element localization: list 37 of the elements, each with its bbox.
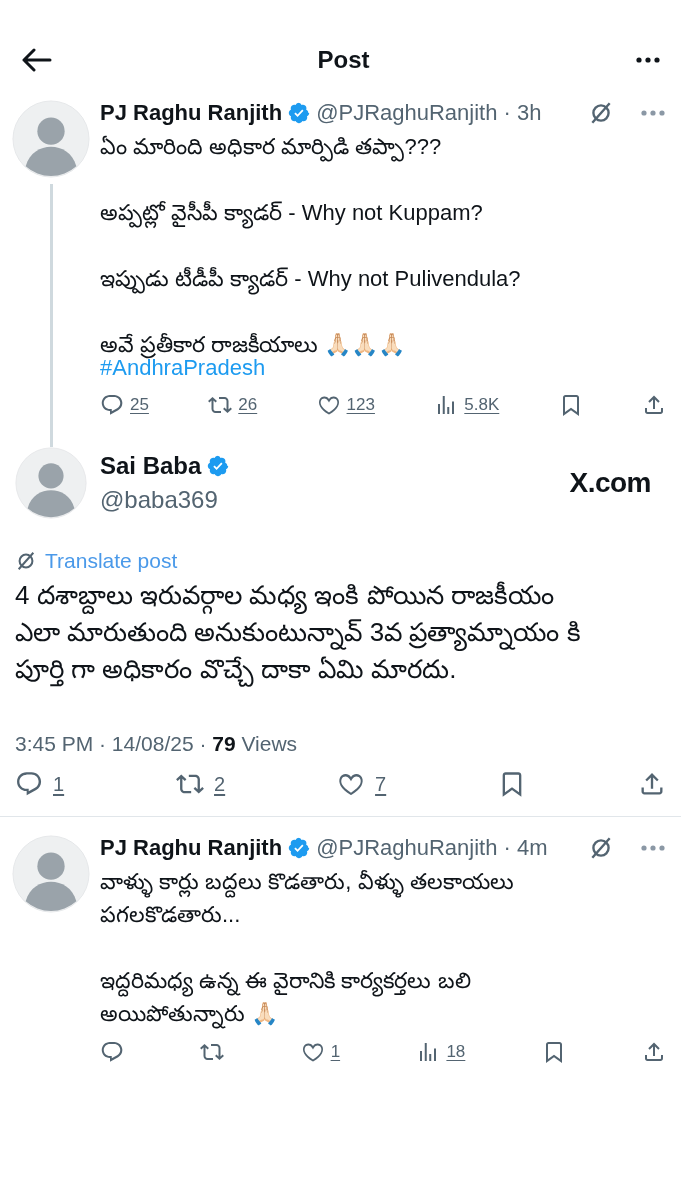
reply-icon[interactable] — [100, 393, 124, 417]
post-text: వాళ్ళు కార్లు బద్దలు కొడతారు, వీళ్ళు తలకాయలు పగలకొడతారు... — [100, 868, 515, 929]
author-handle[interactable]: @PJRaghuRanjith · 3h — [316, 100, 542, 126]
translate-icon[interactable] — [15, 550, 37, 572]
reply-icon[interactable] — [15, 770, 43, 798]
post-text: ఏం మారింది అధికార మార్పిడి తప్పా??? — [100, 130, 660, 163]
count-link[interactable]: 2 — [214, 772, 226, 796]
post-timestamp: 3:45 PM · 14/08/25 · 79 Views — [15, 732, 299, 756]
back-arrow-icon[interactable] — [22, 48, 52, 72]
count-link[interactable]: 26 — [238, 395, 258, 415]
post-text: ఇప్పుడు టీడీపీ క్యాడర్ - Why not Pulivendula? — [100, 262, 660, 295]
heart-icon[interactable] — [300, 1040, 325, 1064]
count-link[interactable]: 1 — [53, 772, 65, 796]
avatar-icon[interactable] — [12, 100, 90, 178]
post-text: అవే ప్రతీకార రాజకీయాలు 🙏🏻🙏🏻🙏🏻 — [100, 331, 407, 359]
author-name[interactable]: PJ Raghu Ranjith — [100, 835, 283, 861]
post-text: ఇద్దరిమధ్య ఉన్న ఈ వైరానికి కార్యకర్తలు బలి అయిపోతున్నారు 🙏🏻 — [100, 964, 570, 1030]
count-link[interactable]: 25 — [130, 395, 149, 415]
share-icon[interactable] — [642, 393, 666, 417]
page-title: Post — [317, 46, 370, 74]
avatar-icon[interactable] — [15, 447, 87, 519]
count-link[interactable]: 18 — [446, 1042, 466, 1062]
author-handle[interactable]: @PJRaghuRanjith · 4m — [316, 835, 548, 861]
source-label: X.com — [569, 467, 651, 499]
heart-icon[interactable] — [316, 393, 341, 417]
count-link[interactable]: 7 — [375, 772, 387, 796]
author-name[interactable]: Sai Baba — [100, 452, 202, 480]
more-icon[interactable] — [635, 56, 661, 64]
count-link[interactable]: 1 — [330, 1042, 341, 1062]
author-handle[interactable]: @baba369 — [100, 486, 570, 514]
author-name[interactable]: PJ Raghu Ranjith — [100, 100, 283, 126]
post-text: అప్పట్లో వైసీపీ క్యాడర్ - Why not Kuppam? — [100, 196, 660, 229]
count-link[interactable]: 123 — [346, 395, 375, 415]
count-link[interactable]: 5.8K — [464, 395, 500, 415]
reply-icon[interactable] — [100, 1040, 124, 1064]
post-text: 4 దశాబ్దాలు ఇరువర్గాల మధ్య ఇంకి పోయిన రాజకీయం ఎలా మారుతుంది అనుకుంటున్నావ్ 3వ ప్రత్యామ్నాయం కి పూర్తి గా అధికారం వొచ్చే దాకా ఏమి మారదు. — [15, 577, 605, 688]
avatar-icon[interactable] — [12, 835, 90, 913]
